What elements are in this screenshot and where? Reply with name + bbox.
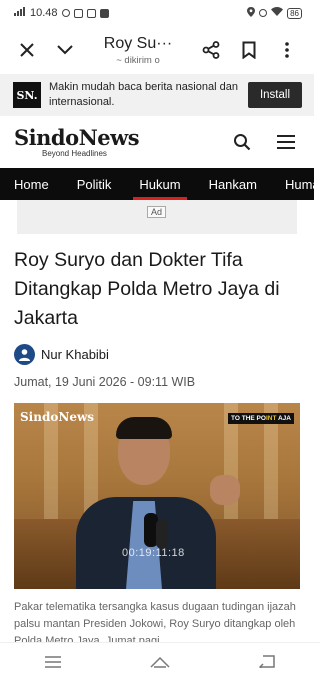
home-icon[interactable] (140, 647, 180, 677)
install-banner-message: Makin mudah baca berita nasional dan int… (49, 81, 238, 108)
photo-microphone (156, 519, 168, 549)
user-icon (14, 344, 35, 365)
nav-item-hukum[interactable]: Hukum (125, 168, 194, 200)
publish-date: Jumat, 19 Juni 2026 - 09:11 WIB (14, 375, 196, 389)
article-photo[interactable]: SindoNews TO THE POINT AJA 00:19:11:18 (14, 403, 300, 589)
author-name: Nur Khabibi (41, 347, 109, 362)
page-title: Roy Su··· (103, 34, 173, 52)
page-title-area[interactable]: Roy Su··· ~ dikirim o (84, 35, 192, 66)
wifi-icon (271, 7, 284, 19)
category-nav: Home Politik Hukum Hankam Humaniora (0, 168, 314, 200)
close-icon[interactable] (8, 31, 46, 69)
hamburger-menu-icon[interactable] (272, 128, 300, 156)
site-header: SindoNews Beyond Headlines (0, 116, 314, 168)
app-icon (99, 8, 109, 18)
chevron-down-icon[interactable] (46, 31, 84, 69)
photo-badge-prefix: TO THE PO (231, 415, 266, 422)
photo-timecode: 00:19:11:18 (122, 547, 185, 559)
recents-icon[interactable] (33, 647, 73, 677)
photo-show-badge: TO THE POINT AJA (228, 413, 294, 424)
page-subtitle: ~ dikirim o (116, 54, 160, 66)
article-author[interactable]: Nur Khabibi (0, 333, 314, 365)
photo-badge-suffix: AJA (276, 415, 291, 422)
article-headline: Roy Suryo dan Dokter Tifa Ditangkap Pold… (14, 249, 280, 329)
photo-watermark-logo: SindoNews (20, 410, 95, 424)
share-icon[interactable] (192, 31, 230, 69)
photo-person-fist (210, 475, 240, 505)
nav-item-politik[interactable]: Politik (63, 168, 126, 200)
browser-toolbar: Roy Su··· ~ dikirim o (0, 26, 314, 74)
search-icon[interactable] (228, 128, 256, 156)
whatsapp-icon (61, 9, 70, 17)
more-vertical-icon[interactable] (268, 31, 306, 69)
notification-icon-2 (86, 8, 96, 18)
sn-app-logo: SN. (13, 82, 41, 108)
status-time: 10.48 (30, 7, 58, 19)
location-icon (247, 6, 256, 20)
nav-item-humaniora[interactable]: Humaniora (271, 168, 314, 200)
alarm-icon (259, 9, 268, 17)
install-banner: SN. Makin mudah baca berita nasional dan… (0, 74, 314, 116)
photo-person-hair (116, 417, 172, 439)
signal-icon (14, 7, 26, 19)
photo-badge-highlight: INT (265, 415, 277, 422)
bookmark-icon[interactable] (230, 31, 268, 69)
photo-caption: Pakar telematika tersangka kasus dugaan … (14, 601, 296, 647)
nav-item-hankam[interactable]: Hankam (195, 168, 271, 200)
site-brand: SindoNews (14, 124, 140, 150)
install-button[interactable]: Install (247, 82, 302, 108)
site-tagline: Beyond Headlines (42, 148, 107, 158)
nav-item-home[interactable]: Home (0, 168, 63, 200)
back-icon[interactable] (247, 647, 287, 677)
battery-indicator: 86 (287, 7, 302, 19)
notification-icon (73, 8, 83, 18)
system-nav-bar (0, 642, 320, 680)
site-logo[interactable]: SindoNews Beyond Headlines (14, 124, 212, 158)
status-bar: 10.48 86 (0, 0, 314, 26)
ad-slot[interactable]: Ad (17, 200, 297, 234)
ad-label: Ad (147, 206, 167, 218)
